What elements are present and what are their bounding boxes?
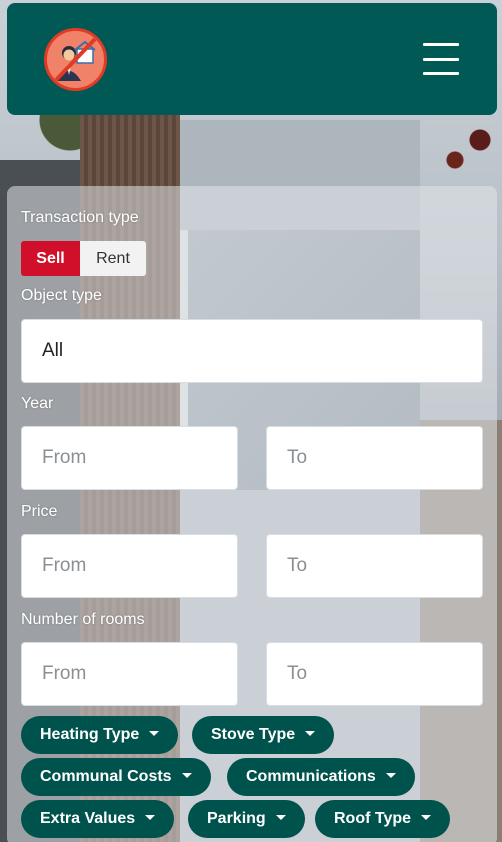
hamburger-menu-icon[interactable]: [423, 43, 459, 75]
year-label: Year: [21, 395, 54, 412]
extra-values-dropdown[interactable]: Extra Values: [21, 800, 175, 838]
stove-type-label: Stove Type: [211, 726, 296, 743]
caret-down-icon: [149, 730, 160, 736]
price-from-input[interactable]: From: [21, 534, 238, 598]
rooms-from-input[interactable]: From: [21, 642, 238, 706]
communal-costs-label: Communal Costs: [40, 768, 172, 785]
transaction-type-label: Transaction type: [21, 209, 139, 226]
roof-type-dropdown[interactable]: Roof Type: [315, 800, 451, 838]
caret-down-icon: [305, 730, 316, 736]
rooms-label: Number of rooms: [21, 611, 145, 628]
parking-dropdown[interactable]: Parking: [188, 800, 305, 838]
communal-costs-dropdown[interactable]: Communal Costs: [21, 758, 211, 796]
rent-option[interactable]: Rent: [80, 241, 146, 276]
price-to-input[interactable]: To: [266, 534, 483, 598]
sell-option[interactable]: Sell: [21, 241, 80, 276]
communications-label: Communications: [246, 768, 376, 785]
parking-label: Parking: [207, 810, 266, 827]
object-type-label: Object type: [21, 287, 102, 304]
heating-type-dropdown[interactable]: Heating Type: [21, 716, 179, 754]
caret-down-icon: [181, 772, 192, 778]
no-realtor-logo-icon[interactable]: [44, 27, 107, 91]
caret-down-icon: [275, 814, 286, 820]
transaction-type-toggle: Sell Rent: [21, 241, 146, 276]
roof-type-label: Roof Type: [334, 810, 412, 827]
heating-type-label: Heating Type: [40, 726, 140, 743]
year-from-input[interactable]: From: [21, 426, 238, 490]
rooms-to-input[interactable]: To: [266, 642, 483, 706]
year-to-input[interactable]: To: [266, 426, 483, 490]
caret-down-icon: [145, 814, 156, 820]
price-label: Price: [21, 503, 58, 520]
caret-down-icon: [385, 772, 396, 778]
extra-values-label: Extra Values: [40, 810, 136, 827]
navbar: [7, 3, 497, 115]
object-type-select[interactable]: All: [21, 319, 483, 383]
caret-down-icon: [421, 814, 432, 820]
communications-dropdown[interactable]: Communications: [227, 758, 415, 796]
stove-type-dropdown[interactable]: Stove Type: [192, 716, 335, 754]
